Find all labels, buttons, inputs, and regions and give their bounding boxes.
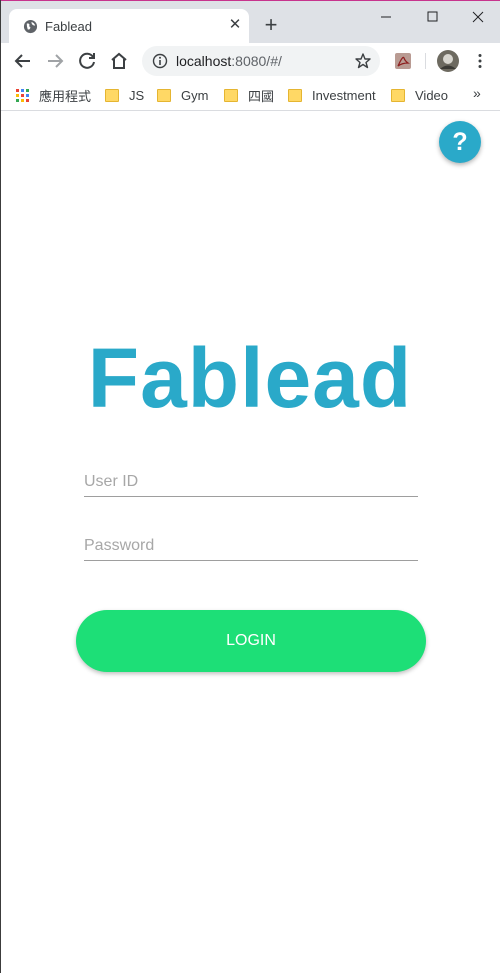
bookmarks-overflow-button[interactable]: » <box>473 85 481 101</box>
minimize-icon[interactable] <box>363 3 409 31</box>
bookmark-label: Video <box>415 87 449 103</box>
bookmark-folder-video[interactable]: Video <box>391 86 448 104</box>
bookmark-star-icon[interactable] <box>354 52 372 70</box>
password-input[interactable] <box>84 532 418 561</box>
globe-icon <box>23 19 38 34</box>
url-host: localhost <box>176 53 232 69</box>
profile-avatar-icon[interactable] <box>437 50 459 72</box>
toolbar-divider <box>425 53 426 69</box>
tab-title: Fablead <box>45 19 92 34</box>
more-vertical-icon[interactable] <box>471 52 489 70</box>
pdf-extension-icon[interactable] <box>394 52 412 70</box>
folder-icon <box>157 88 171 102</box>
bookmark-folder-investment[interactable]: Investment <box>288 86 376 104</box>
back-arrow-icon[interactable] <box>9 47 37 75</box>
bookmark-apps[interactable]: 應用程式 <box>16 86 91 104</box>
folder-icon <box>224 88 238 102</box>
bookmark-label: Gym <box>181 87 209 103</box>
url-path: :8080/#/ <box>231 53 282 69</box>
bookmark-folder-shikoku[interactable]: 四國 <box>224 86 274 104</box>
help-button[interactable]: ? <box>439 121 481 163</box>
window-frame-left <box>0 0 1 973</box>
browser-toolbar: localhost:8080/#/ <box>1 43 500 79</box>
app-logo: Fablead <box>87 331 413 425</box>
bookmarks-bar: 應用程式 JS Gym 四國 Investment Video » <box>1 79 500 111</box>
bookmark-label: 四國 <box>248 88 275 104</box>
bookmark-label: Investment <box>312 87 376 103</box>
forward-arrow-icon[interactable] <box>41 47 69 75</box>
folder-icon <box>391 88 405 102</box>
window-close-icon[interactable] <box>455 3 500 31</box>
new-tab-button[interactable]: + <box>260 14 282 36</box>
bookmark-folder-js[interactable]: JS <box>105 86 144 104</box>
folder-icon <box>105 88 119 102</box>
login-button[interactable]: LOGIN <box>76 610 426 672</box>
bookmark-label: 應用程式 <box>39 88 92 104</box>
maximize-icon[interactable] <box>409 3 455 31</box>
user-id-input[interactable] <box>84 468 418 497</box>
info-icon[interactable] <box>152 53 168 69</box>
folder-icon <box>288 88 302 102</box>
bookmark-label: JS <box>129 87 145 103</box>
home-icon[interactable] <box>105 47 133 75</box>
bookmark-folder-gym[interactable]: Gym <box>157 86 208 104</box>
reload-icon[interactable] <box>73 47 101 75</box>
browser-tab[interactable]: Fablead ✕ <box>9 9 249 44</box>
address-bar[interactable]: localhost:8080/#/ <box>142 46 380 76</box>
tab-close-icon[interactable]: ✕ <box>225 15 245 35</box>
browser-titlebar: Fablead ✕ + <box>1 1 500 44</box>
apps-grid-icon <box>16 88 29 102</box>
url-text: localhost:8080/#/ <box>176 53 282 69</box>
